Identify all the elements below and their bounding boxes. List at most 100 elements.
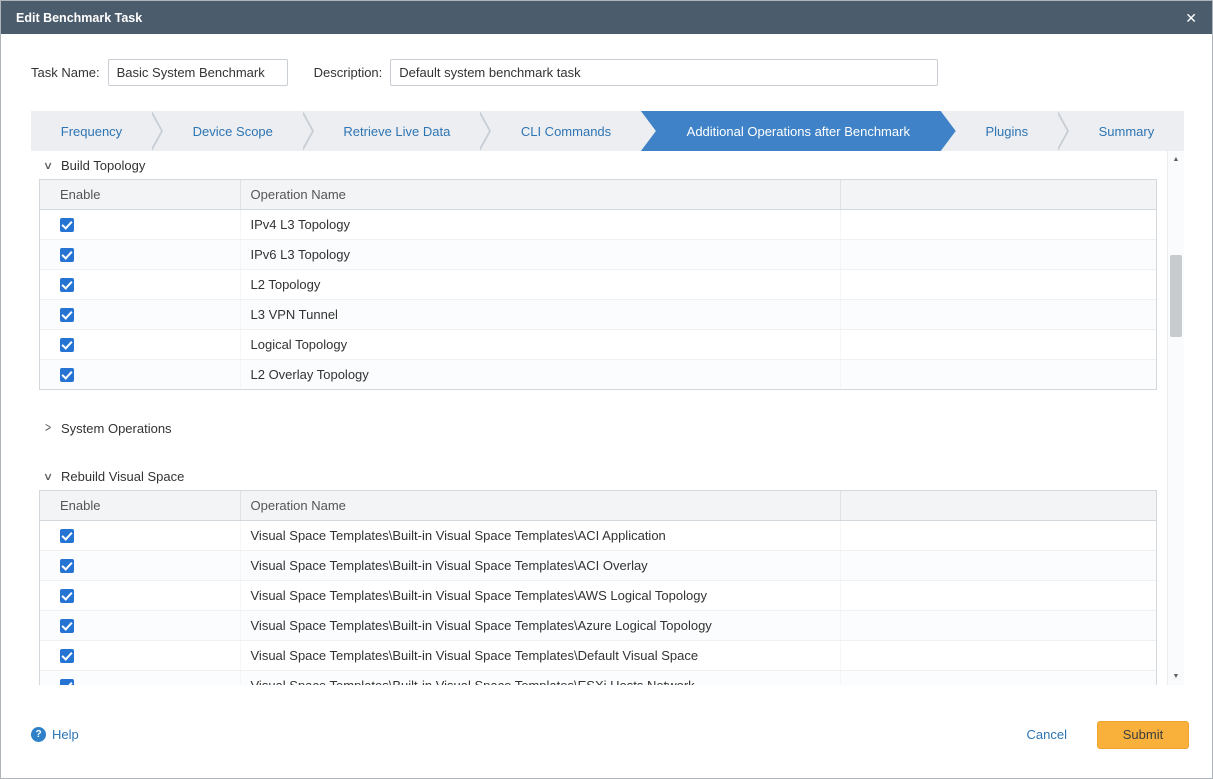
section-toggle-build-topology[interactable]: ∨ Build Topology: [41, 155, 1157, 175]
operation-name: Visual Space Templates\Built-in Visual S…: [240, 580, 840, 610]
table-row: Visual Space Templates\Built-in Visual S…: [40, 580, 1156, 610]
enable-checkbox[interactable]: [60, 278, 74, 292]
help-label: Help: [52, 727, 79, 742]
chevron-down-icon: ∨: [39, 470, 57, 482]
enable-cell: [40, 239, 240, 269]
cancel-button[interactable]: Cancel: [1027, 727, 1067, 742]
wizard-steps: Frequency Device Scope Retrieve Live Data C…: [31, 111, 1184, 151]
column-header-empty: [840, 491, 1156, 520]
empty-cell: [840, 329, 1156, 359]
dialog-titlebar: Edit Benchmark Task ✕: [1, 1, 1212, 34]
wizard-step-plugins[interactable]: Plugins: [956, 111, 1058, 151]
enable-cell: [40, 329, 240, 359]
enable-cell: [40, 670, 240, 685]
enable-checkbox[interactable]: [60, 589, 74, 603]
table-row: L2 Topology: [40, 269, 1156, 299]
empty-cell: [840, 299, 1156, 329]
empty-cell: [840, 239, 1156, 269]
enable-checkbox[interactable]: [60, 248, 74, 262]
empty-cell: [840, 209, 1156, 239]
operations-table: EnableOperation NameIPv4 L3 TopologyIPv6…: [39, 179, 1157, 390]
step-separator-icon: [303, 111, 314, 151]
enable-cell: [40, 269, 240, 299]
description-label: Description:: [314, 65, 383, 80]
chevron-right-icon: >: [41, 421, 54, 436]
table-row: Visual Space Templates\Built-in Visual S…: [40, 610, 1156, 640]
help-link[interactable]: ? Help: [31, 727, 79, 742]
scroll-down-icon[interactable]: ▼: [1168, 668, 1184, 685]
content-area: ∨Build TopologyEnableOperation NameIPv4 …: [31, 151, 1184, 685]
task-name-input[interactable]: [108, 59, 288, 86]
column-header-operation-name: Operation Name: [240, 491, 840, 520]
enable-checkbox[interactable]: [60, 529, 74, 543]
operation-name: Visual Space Templates\Built-in Visual S…: [240, 550, 840, 580]
operation-name: L2 Topology: [240, 269, 840, 299]
empty-cell: [840, 640, 1156, 670]
wizard-step-summary[interactable]: Summary: [1069, 111, 1184, 151]
step-separator-icon: [152, 111, 163, 151]
chevron-down-icon: ∨: [39, 159, 57, 171]
enable-cell: [40, 299, 240, 329]
wizard-step-device-scope[interactable]: Device Scope: [163, 111, 303, 151]
step-separator-icon: [1058, 111, 1069, 151]
table-row: Visual Space Templates\Built-in Visual S…: [40, 520, 1156, 550]
enable-cell: [40, 640, 240, 670]
enable-checkbox[interactable]: [60, 368, 74, 382]
section-rebuild-visual-space: ∨ Rebuild Visual Space EnableOperation Nam…: [39, 466, 1157, 685]
column-header-operation-name: Operation Name: [240, 180, 840, 209]
section-toggle-system-operations[interactable]: > System Operations: [41, 418, 1157, 438]
dialog-title: Edit Benchmark Task: [16, 11, 142, 25]
description-input[interactable]: [390, 59, 938, 86]
edit-benchmark-task-dialog: Edit Benchmark Task ✕ Task Name: Descrip…: [0, 0, 1213, 779]
enable-cell: [40, 520, 240, 550]
section-build-topology: ∨ Build Topology EnableOperation NameIPv4 …: [39, 155, 1157, 390]
wizard-step-cli-commands[interactable]: CLI Commands: [491, 111, 641, 151]
submit-button[interactable]: Submit: [1097, 721, 1189, 749]
enable-checkbox[interactable]: [60, 679, 74, 685]
enable-checkbox[interactable]: [60, 218, 74, 232]
table-row: L2 Overlay Topology: [40, 359, 1156, 389]
table-row: IPv6 L3 Topology: [40, 239, 1156, 269]
wizard-step-frequency[interactable]: Frequency: [31, 111, 152, 151]
column-header-empty: [840, 180, 1156, 209]
operation-name: L2 Overlay Topology: [240, 359, 840, 389]
scroll-up-icon[interactable]: ▲: [1168, 151, 1184, 168]
enable-checkbox[interactable]: [60, 308, 74, 322]
empty-cell: [840, 610, 1156, 640]
scrollbar-thumb[interactable]: [1170, 255, 1182, 337]
column-header-enable: Enable: [40, 180, 240, 209]
enable-checkbox[interactable]: [60, 649, 74, 663]
operation-name: Logical Topology: [240, 329, 840, 359]
dialog-footer: ? Help Cancel Submit: [1, 685, 1212, 778]
enable-cell: [40, 359, 240, 389]
close-icon[interactable]: ✕: [1185, 11, 1197, 25]
wizard-step-retrieve-live-data[interactable]: Retrieve Live Data: [314, 111, 480, 151]
vertical-scrollbar[interactable]: ▲ ▼: [1167, 151, 1184, 685]
empty-cell: [840, 550, 1156, 580]
enable-checkbox[interactable]: [60, 619, 74, 633]
enable-checkbox[interactable]: [60, 559, 74, 573]
table-row: Visual Space Templates\Built-in Visual S…: [40, 550, 1156, 580]
empty-cell: [840, 580, 1156, 610]
empty-cell: [840, 520, 1156, 550]
table-row: IPv4 L3 Topology: [40, 209, 1156, 239]
section-toggle-rebuild-visual-space[interactable]: ∨ Rebuild Visual Space: [41, 466, 1157, 486]
operations-table: EnableOperation NameVisual Space Templat…: [39, 490, 1157, 685]
step-separator-icon: [480, 111, 491, 151]
operation-name: Visual Space Templates\Built-in Visual S…: [240, 670, 840, 685]
help-icon: ?: [31, 727, 46, 742]
table-row: Visual Space Templates\Built-in Visual S…: [40, 640, 1156, 670]
section-title: Rebuild Visual Space: [61, 469, 184, 484]
column-header-enable: Enable: [40, 491, 240, 520]
table-row: L3 VPN Tunnel: [40, 299, 1156, 329]
sections-container: ∨Build TopologyEnableOperation NameIPv4 …: [31, 151, 1184, 685]
operation-name: Visual Space Templates\Built-in Visual S…: [240, 640, 840, 670]
section-title: System Operations: [61, 421, 172, 436]
operation-name: L3 VPN Tunnel: [240, 299, 840, 329]
section-title: Build Topology: [61, 158, 145, 173]
wizard-step-additional-operations-after-benchmark[interactable]: Additional Operations after Benchmark: [641, 111, 956, 151]
enable-cell: [40, 550, 240, 580]
enable-checkbox[interactable]: [60, 338, 74, 352]
operation-name: Visual Space Templates\Built-in Visual S…: [240, 520, 840, 550]
operation-name: IPv4 L3 Topology: [240, 209, 840, 239]
